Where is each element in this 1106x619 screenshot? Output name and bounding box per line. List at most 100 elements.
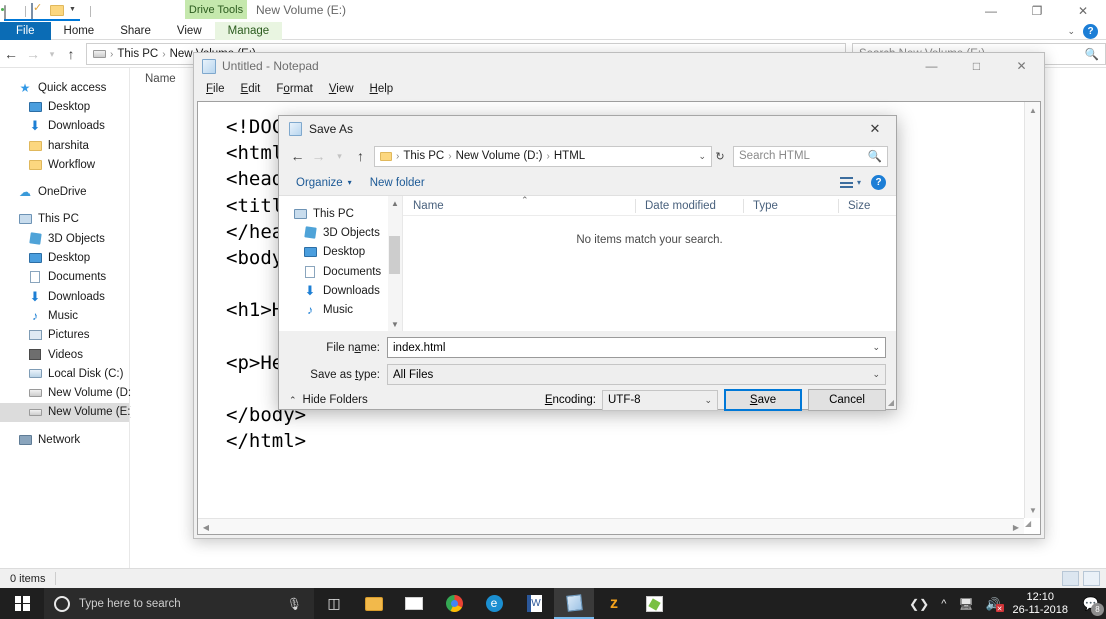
clock[interactable]: 12:10 26-11-2018 <box>1013 591 1068 617</box>
dialog-back-icon[interactable]: ← <box>287 146 308 167</box>
column-header-size[interactable]: Size <box>838 196 896 216</box>
notepad-minimize-button[interactable]: — <box>909 53 954 79</box>
taskbar-search-box[interactable]: Type here to search 🎙 <box>44 588 314 619</box>
sidebar-item-onedrive[interactable]: ☁ OneDrive <box>0 182 129 201</box>
dialog-forward-icon[interactable]: → <box>308 146 329 167</box>
dialog-resize-grip-icon[interactable]: ◢ <box>888 398 894 407</box>
dialog-breadcrumb-new-volume-d[interactable]: New Volume (D:) <box>456 150 543 162</box>
chevron-down-icon[interactable]: ⌄ <box>704 395 712 406</box>
recent-locations-icon[interactable]: ▾ <box>44 43 60 65</box>
dialog-tree-item-this-pc[interactable]: This PC <box>279 204 402 223</box>
taskbar-app-sublime-text[interactable]: z <box>594 588 634 619</box>
sidebar-item-downloads-pc[interactable]: ⬇ Downloads <box>0 287 129 306</box>
explorer-minimize-button[interactable]: — <box>968 0 1014 22</box>
people-icon[interactable]: ❮❯ <box>909 597 929 611</box>
encoding-select[interactable]: UTF-8 ⌄ <box>602 389 718 411</box>
chevron-down-icon[interactable]: ⌄ <box>1067 26 1075 37</box>
filename-input[interactable]: index.html ⌄ <box>387 337 886 358</box>
action-center-button[interactable]: 💬 8 <box>1080 593 1104 616</box>
up-icon[interactable]: ↑ <box>60 43 82 65</box>
microphone-icon[interactable]: 🎙 <box>287 597 302 611</box>
chevron-down-icon[interactable]: ⌄ <box>698 151 706 162</box>
new-folder-button[interactable]: New folder <box>363 174 432 192</box>
dialog-tree-item-3d-objects[interactable]: 3D Objects <box>279 223 402 242</box>
start-button[interactable] <box>0 588 44 619</box>
resize-grip-icon[interactable]: ◢ <box>1025 519 1039 533</box>
ribbon-tab-share[interactable]: Share <box>107 22 164 40</box>
save-button[interactable]: Save <box>724 389 802 411</box>
taskbar-app-file-explorer[interactable] <box>354 588 394 619</box>
taskbar-app-paint[interactable] <box>634 588 674 619</box>
cancel-button[interactable]: Cancel <box>808 389 886 411</box>
menu-help[interactable]: Help <box>362 81 402 97</box>
sidebar-item-workflow[interactable]: Workflow <box>0 155 129 174</box>
scroll-left-icon[interactable]: ◀ <box>198 519 214 534</box>
sidebar-item-local-disk-c[interactable]: Local Disk (C:) <box>0 364 129 383</box>
sidebar-item-videos[interactable]: Videos <box>0 345 129 364</box>
notepad-close-button[interactable]: ✕ <box>999 53 1044 79</box>
refresh-icon[interactable]: ↻ <box>712 150 728 163</box>
sidebar-item-desktop-pc[interactable]: Desktop <box>0 248 129 267</box>
dialog-tree-item-music[interactable]: ♪ Music <box>279 300 402 319</box>
menu-view[interactable]: View <box>321 81 362 97</box>
notepad-horizontal-scrollbar[interactable]: ◀ ▶ <box>198 518 1024 534</box>
back-icon[interactable]: ← <box>0 43 22 65</box>
dialog-help-icon[interactable]: ? <box>871 175 886 190</box>
taskbar-app-chrome[interactable] <box>434 588 474 619</box>
notepad-vertical-scrollbar[interactable]: ▲ ▼ <box>1024 102 1040 518</box>
dialog-breadcrumb-html[interactable]: HTML <box>554 150 585 162</box>
scroll-down-icon[interactable]: ▼ <box>1025 502 1040 518</box>
dialog-file-list[interactable]: Name ⌃ Date modified Type Size No items … <box>403 195 896 331</box>
drive-icon[interactable] <box>4 3 20 21</box>
sidebar-item-3d-objects[interactable]: 3D Objects <box>0 229 129 248</box>
ribbon-tab-home[interactable]: Home <box>51 22 108 40</box>
dialog-close-button[interactable]: ✕ <box>854 116 896 142</box>
sidebar-item-pictures[interactable]: Pictures <box>0 326 129 345</box>
explorer-close-button[interactable]: ✕ <box>1060 0 1106 22</box>
taskbar-app-edge[interactable]: e <box>474 588 514 619</box>
sidebar-item-documents[interactable]: Documents <box>0 268 129 287</box>
menu-format[interactable]: Format <box>268 81 320 97</box>
hide-folders-button[interactable]: ⌃ Hide Folders <box>289 394 368 406</box>
dialog-tree-item-documents[interactable]: Documents <box>279 262 402 281</box>
network-icon[interactable]: 🖥 <box>958 597 973 611</box>
dialog-address-input[interactable]: › This PC › New Volume (D:) › HTML ⌄ <box>374 145 712 167</box>
sidebar-item-network[interactable]: Network <box>0 430 129 449</box>
chevron-down-icon[interactable]: ⌄ <box>872 342 880 353</box>
dialog-up-icon[interactable]: ↑ <box>350 146 371 167</box>
taskbar-app-notepad[interactable] <box>554 588 594 619</box>
scroll-up-icon[interactable]: ▲ <box>1025 102 1040 118</box>
dialog-recent-locations-icon[interactable]: ▾ <box>329 146 350 167</box>
dialog-tree-item-desktop[interactable]: Desktop <box>279 243 402 262</box>
sidebar-item-new-volume-d[interactable]: New Volume (D:) <box>0 383 135 402</box>
sidebar-item-desktop[interactable]: Desktop <box>0 97 129 116</box>
sidebar-item-this-pc[interactable]: This PC <box>0 210 129 229</box>
taskbar-app-word[interactable]: W <box>514 588 554 619</box>
taskbar-app-mail[interactable] <box>394 588 434 619</box>
explorer-maximize-button[interactable]: ❐ <box>1014 0 1060 22</box>
menu-file[interactable]: File <box>198 81 233 97</box>
forward-icon[interactable]: → <box>22 43 44 65</box>
task-view-button[interactable]: ◫ <box>314 588 354 619</box>
sidebar-item-new-volume-e[interactable]: New Volume (E:) <box>0 402 134 423</box>
change-view-button[interactable]: ▾ <box>839 177 861 188</box>
dialog-tree-scrollbar[interactable]: ▲ ▼ <box>388 196 402 331</box>
dialog-search-input[interactable]: Search HTML 🔍 <box>733 145 888 167</box>
notepad-maximize-button[interactable]: □ <box>954 53 999 79</box>
show-hidden-icons-icon[interactable]: ^ <box>941 598 946 610</box>
breadcrumb-this-pc[interactable]: This PC <box>117 48 158 60</box>
savetype-select[interactable]: All Files ⌄ <box>387 364 886 385</box>
new-folder-icon[interactable] <box>50 3 66 19</box>
ribbon-tab-file[interactable]: File <box>0 22 51 40</box>
properties-icon[interactable] <box>31 3 47 19</box>
scroll-down-icon[interactable]: ▼ <box>388 317 402 331</box>
ribbon-tab-manage[interactable]: Manage <box>214 22 283 40</box>
volume-muted-icon[interactable]: 🔊 ✕ <box>986 597 1004 613</box>
dialog-tree-item-downloads[interactable]: ⬇ Downloads <box>279 281 402 300</box>
organize-button[interactable]: Organize ▾ <box>289 174 359 192</box>
large-icons-view-button[interactable] <box>1083 571 1100 586</box>
sidebar-item-harshita[interactable]: harshita <box>0 136 129 155</box>
chevron-down-icon[interactable]: ⌄ <box>872 369 880 380</box>
scroll-right-icon[interactable]: ▶ <box>1008 519 1024 534</box>
column-header-name[interactable]: Name ⌃ <box>403 195 635 216</box>
